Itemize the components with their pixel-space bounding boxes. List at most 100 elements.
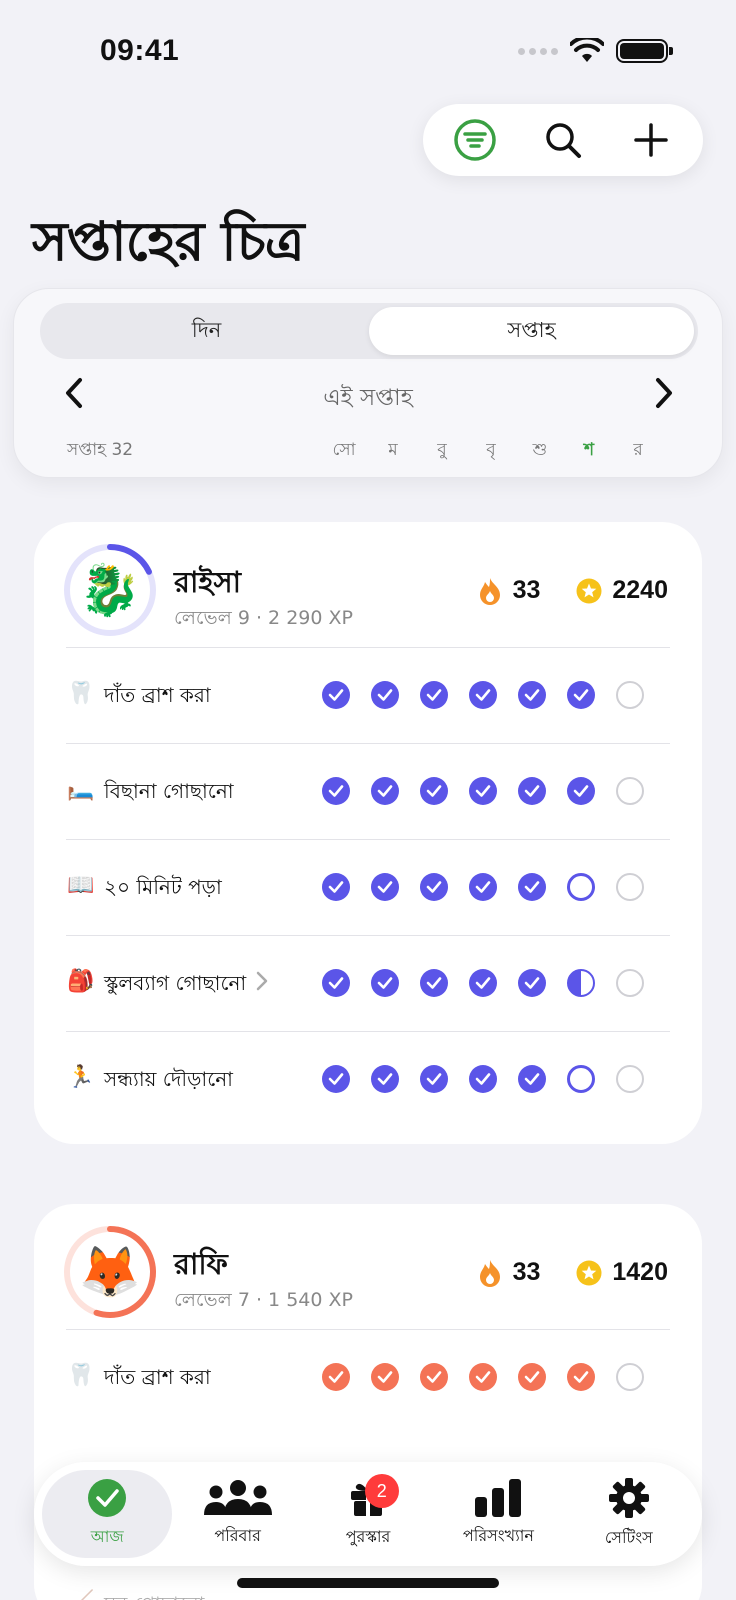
habit-check-today[interactable] xyxy=(567,1065,595,1093)
habit-check-done[interactable] xyxy=(371,1363,399,1391)
habit-emoji: 📖 xyxy=(67,873,95,898)
search-button[interactable] xyxy=(533,110,593,170)
habit-check-today[interactable] xyxy=(567,873,595,901)
day-header: শু xyxy=(532,440,548,460)
habit-check-done[interactable] xyxy=(420,873,448,901)
habit-row[interactable]: 📖 ২০ মিনিট পড়া xyxy=(34,839,702,935)
habit-check-done[interactable] xyxy=(420,681,448,709)
tab-today[interactable]: আজ xyxy=(42,1470,173,1558)
segment-week[interactable]: সপ্তাহ xyxy=(369,307,694,355)
habit-check-done[interactable] xyxy=(322,873,350,901)
habit-check-empty[interactable] xyxy=(616,873,644,901)
week-navigator: এই সপ্তাহ xyxy=(14,365,722,421)
rewards-badge: 2 xyxy=(364,1474,399,1508)
habit-check-done[interactable] xyxy=(469,969,497,997)
week-panel: দিন সপ্তাহ এই সপ্তাহ সপ্তাহ 32 সো ম বু বৃ শু… xyxy=(13,288,723,478)
habit-check-done[interactable] xyxy=(371,1065,399,1093)
habit-emoji: 🧹 xyxy=(66,1590,96,1600)
habit-check-half[interactable] xyxy=(567,969,595,997)
tab-settings[interactable]: সেটিংস xyxy=(564,1470,694,1558)
tab-bar: আজ পরিবার 2 পুরস্কার পরিসংখ্যান সেটিংস xyxy=(34,1462,702,1566)
filter-icon xyxy=(454,119,496,161)
add-button[interactable] xyxy=(621,110,681,170)
wifi-icon xyxy=(570,38,604,62)
kid-profile[interactable]: 🦊 রাফি লেভেল 7 · 1 540 XP 33 1420 xyxy=(34,1204,702,1340)
kid-card[interactable]: 🐉 রাইসা লেভেল 9 · 2 290 XP 33 2240 🦷 দাঁত ব্রা… xyxy=(34,522,702,1144)
habit-check-done[interactable] xyxy=(469,777,497,805)
habit-check-done[interactable] xyxy=(469,681,497,709)
kid-profile[interactable]: 🐉 রাইসা লেভেল 9 · 2 290 XP 33 2240 xyxy=(34,522,702,658)
habit-check-done[interactable] xyxy=(518,1363,546,1391)
avatar[interactable]: 🐉 xyxy=(62,542,158,638)
day-header: বৃ xyxy=(486,440,496,460)
habit-check-done[interactable] xyxy=(420,1065,448,1093)
habit-check-done[interactable] xyxy=(322,681,350,709)
view-segmented-control: দিন সপ্তাহ xyxy=(40,303,698,359)
tab-label: সেটিংস xyxy=(604,1527,653,1547)
kid-stats: 33 2240 xyxy=(477,576,668,605)
signal-icon xyxy=(518,47,558,55)
habit-check-done[interactable] xyxy=(322,1363,350,1391)
habit-check-done[interactable] xyxy=(371,777,399,805)
star-icon xyxy=(576,1260,602,1286)
kid-stats: 33 1420 xyxy=(477,1258,668,1287)
habit-check-done[interactable] xyxy=(469,1065,497,1093)
habit-check-done[interactable] xyxy=(469,1363,497,1391)
bar-chart-icon xyxy=(475,1478,522,1517)
habit-check-done[interactable] xyxy=(518,873,546,901)
filter-button[interactable] xyxy=(445,110,505,170)
habit-check-done[interactable] xyxy=(567,1363,595,1391)
habit-check-empty[interactable] xyxy=(616,681,644,709)
kid-level: লেভেল 7 · 1 540 XP xyxy=(174,1289,353,1311)
habit-check-done[interactable] xyxy=(371,681,399,709)
chevron-right-icon[interactable] xyxy=(256,971,270,991)
habit-row[interactable]: 🛏️ বিছানা গোছানো xyxy=(34,743,702,839)
avatar[interactable]: 🦊 xyxy=(62,1224,158,1320)
habit-check-done[interactable] xyxy=(420,1363,448,1391)
habit-check-empty[interactable] xyxy=(616,1363,644,1391)
habit-row[interactable]: 🏃 সন্ধ্যায় দৌড়ানো xyxy=(34,1031,702,1127)
tab-label: পুরস্কার xyxy=(345,1526,391,1546)
home-indicator xyxy=(237,1578,499,1588)
habit-check-done[interactable] xyxy=(518,777,546,805)
habit-check-done[interactable] xyxy=(371,873,399,901)
habit-check-empty[interactable] xyxy=(616,969,644,997)
habit-check-done[interactable] xyxy=(518,1065,546,1093)
next-week-button[interactable] xyxy=(644,373,684,413)
avatar-emoji: 🦊 xyxy=(78,1242,142,1301)
stars-count: 2240 xyxy=(612,576,668,604)
habit-label: স্কুলব্যাগ গোছানো xyxy=(104,971,247,995)
habit-check-done[interactable] xyxy=(371,969,399,997)
segment-day[interactable]: দিন xyxy=(44,307,369,355)
habit-check-done[interactable] xyxy=(567,777,595,805)
habit-check-done[interactable] xyxy=(469,873,497,901)
habit-row[interactable]: 🎒 স্কুলব্যাগ গোছানো xyxy=(34,935,702,1031)
habit-emoji: 🦷 xyxy=(67,1363,95,1388)
habit-row[interactable]: 🦷 দাঁত ব্রাশ করা xyxy=(34,1329,702,1425)
status-time: 09:41 xyxy=(100,34,180,67)
tab-statistics[interactable]: পরিসংখ্যান xyxy=(433,1470,563,1558)
habit-check-done[interactable] xyxy=(518,681,546,709)
stars-count: 1420 xyxy=(612,1258,668,1286)
day-header: বু xyxy=(437,440,447,460)
star-icon xyxy=(576,578,602,604)
tab-family[interactable]: পরিবার xyxy=(172,1470,302,1558)
habit-check-done[interactable] xyxy=(322,969,350,997)
kid-level: লেভেল 9 · 2 290 XP xyxy=(174,607,353,629)
habit-check-empty[interactable] xyxy=(616,1065,644,1093)
tab-label: আজ xyxy=(90,1526,124,1546)
habit-check-done[interactable] xyxy=(322,777,350,805)
status-icons xyxy=(518,38,673,64)
day-header: ম xyxy=(388,440,398,460)
week-number: সপ্তাহ 32 xyxy=(67,440,134,460)
habit-row[interactable]: 🦷 দাঁত ব্রাশ করা xyxy=(34,647,702,743)
habit-check-done[interactable] xyxy=(420,969,448,997)
habit-label: ঘর গোছানো xyxy=(104,1590,204,1600)
habit-check-done[interactable] xyxy=(322,1065,350,1093)
habit-check-done[interactable] xyxy=(420,777,448,805)
habit-check-empty[interactable] xyxy=(616,777,644,805)
habit-check-done[interactable] xyxy=(567,681,595,709)
habit-check-done[interactable] xyxy=(518,969,546,997)
gear-icon xyxy=(608,1477,649,1518)
tab-rewards[interactable]: 2 পুরস্কার xyxy=(303,1470,433,1558)
